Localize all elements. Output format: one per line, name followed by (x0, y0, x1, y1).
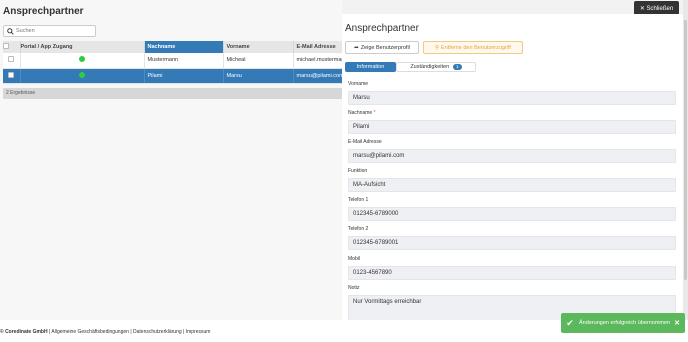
mobile-label: Mobil (348, 256, 360, 262)
footer-text: © Coredinate GmbH | Allgemeine Geschäfts… (0, 329, 210, 335)
header-email[interactable]: E-Mail Adresse (293, 41, 343, 53)
detail-tabs: Information Zuständigkeiten 1 (345, 62, 476, 72)
phone2-label: Telefon 2 (348, 226, 369, 232)
online-status-icon (79, 56, 85, 63)
contacts-table: Portal / App Zugang Nachname Vorname E-M… (3, 41, 343, 84)
select-all-checkbox[interactable] (3, 41, 21, 53)
close-button[interactable]: ✕ Schließen (634, 1, 679, 15)
cell-firstname: Micheal (223, 53, 294, 69)
table-header-row: Portal / App Zugang Nachname Vorname E-M… (3, 41, 343, 53)
toast-message: Änderungen erfolgreich übernommen (579, 320, 671, 326)
footer-links[interactable]: | Allgemeine Geschäftsbedingungen | Date… (49, 329, 210, 335)
function-label: Funktion (348, 168, 368, 174)
responsibilities-count-badge: 1 (453, 64, 462, 70)
check-icon: ✔ (566, 317, 574, 328)
portal-status-dot (20, 53, 145, 69)
detail-panel: Ansprechpartner ➦ Zeige Benutzerprofil ⚲… (342, 14, 688, 322)
show-profile-label: Zeige Benutzerprofil (360, 44, 410, 51)
email-field[interactable]: marsu@pilami.com (348, 149, 676, 163)
online-status-icon (79, 71, 85, 78)
panel-title: Ansprechpartner (345, 23, 419, 34)
row-checkbox[interactable] (3, 68, 21, 84)
note-label: Notiz (348, 285, 360, 291)
footer-brand: © Coredinate GmbH (0, 329, 48, 335)
cell-lastname: Mustermann (144, 53, 224, 69)
header-lastname[interactable]: Nachname (144, 41, 224, 53)
cell-firstname: Marsu (223, 68, 294, 84)
search-icon (7, 27, 14, 35)
show-profile-button[interactable]: ➦ Zeige Benutzerprofil (345, 41, 419, 54)
email-label: E-Mail Adresse (348, 139, 382, 145)
row-checkbox[interactable] (3, 53, 21, 69)
tab-responsibilities-label: Zuständigkeiten (410, 64, 450, 70)
toast-close-icon[interactable]: ✕ (674, 319, 680, 327)
tab-responsibilities[interactable]: Zuständigkeiten 1 (396, 62, 476, 72)
remove-access-button[interactable]: ⚲ Entferne den Benutzerzugriff (423, 41, 523, 54)
tab-information[interactable]: Information (345, 62, 396, 72)
phone1-label: Telefon 1 (348, 197, 369, 203)
phone2-field[interactable]: 012345-6789001 (348, 236, 676, 250)
lastname-field[interactable]: Pilami (348, 120, 676, 134)
table-row[interactable]: Mustermann Micheal michael.mustermann@ (3, 53, 343, 69)
function-field[interactable]: MA-Aufsicht (348, 178, 676, 192)
scrollbar-thumb[interactable] (684, 20, 687, 280)
contacts-list-area: Ansprechpartner Suchen Portal / App Zuga… (0, 0, 343, 342)
portal-status-dot (20, 68, 145, 84)
header-firstname[interactable]: Vorname (223, 41, 294, 53)
cell-email: michael.mustermann@ (293, 53, 343, 69)
header-portal-access[interactable]: Portal / App Zugang (20, 41, 145, 53)
firstname-field[interactable]: Marsu (348, 91, 676, 105)
phone1-field[interactable]: 012345-6789000 (348, 207, 676, 221)
cell-email: marsu@pilami.com (293, 68, 343, 84)
table-row-selected[interactable]: Pilami Marsu marsu@pilami.com (3, 68, 343, 84)
result-count: 2 Ergebnisse (3, 88, 342, 99)
cell-lastname: Pilami (144, 68, 224, 84)
mobile-field[interactable]: 0123-4567890 (348, 266, 676, 280)
remove-access-label: Entferne den Benutzerzugriff (441, 44, 511, 51)
search-input[interactable]: Suchen (3, 25, 96, 37)
lastname-label-text: Nachname (348, 110, 373, 116)
success-toast: ✔ Änderungen erfolgreich übernommen ✕ (561, 313, 685, 333)
required-marker: * (373, 110, 376, 116)
user-lock-icon: ⚲ (435, 44, 440, 51)
lastname-label: Nachname * (348, 110, 376, 116)
firstname-label: Vorname (348, 81, 369, 87)
search-placeholder: Suchen (16, 28, 35, 34)
share-icon: ➦ (354, 44, 359, 51)
page-title: Ansprechpartner (3, 6, 84, 17)
